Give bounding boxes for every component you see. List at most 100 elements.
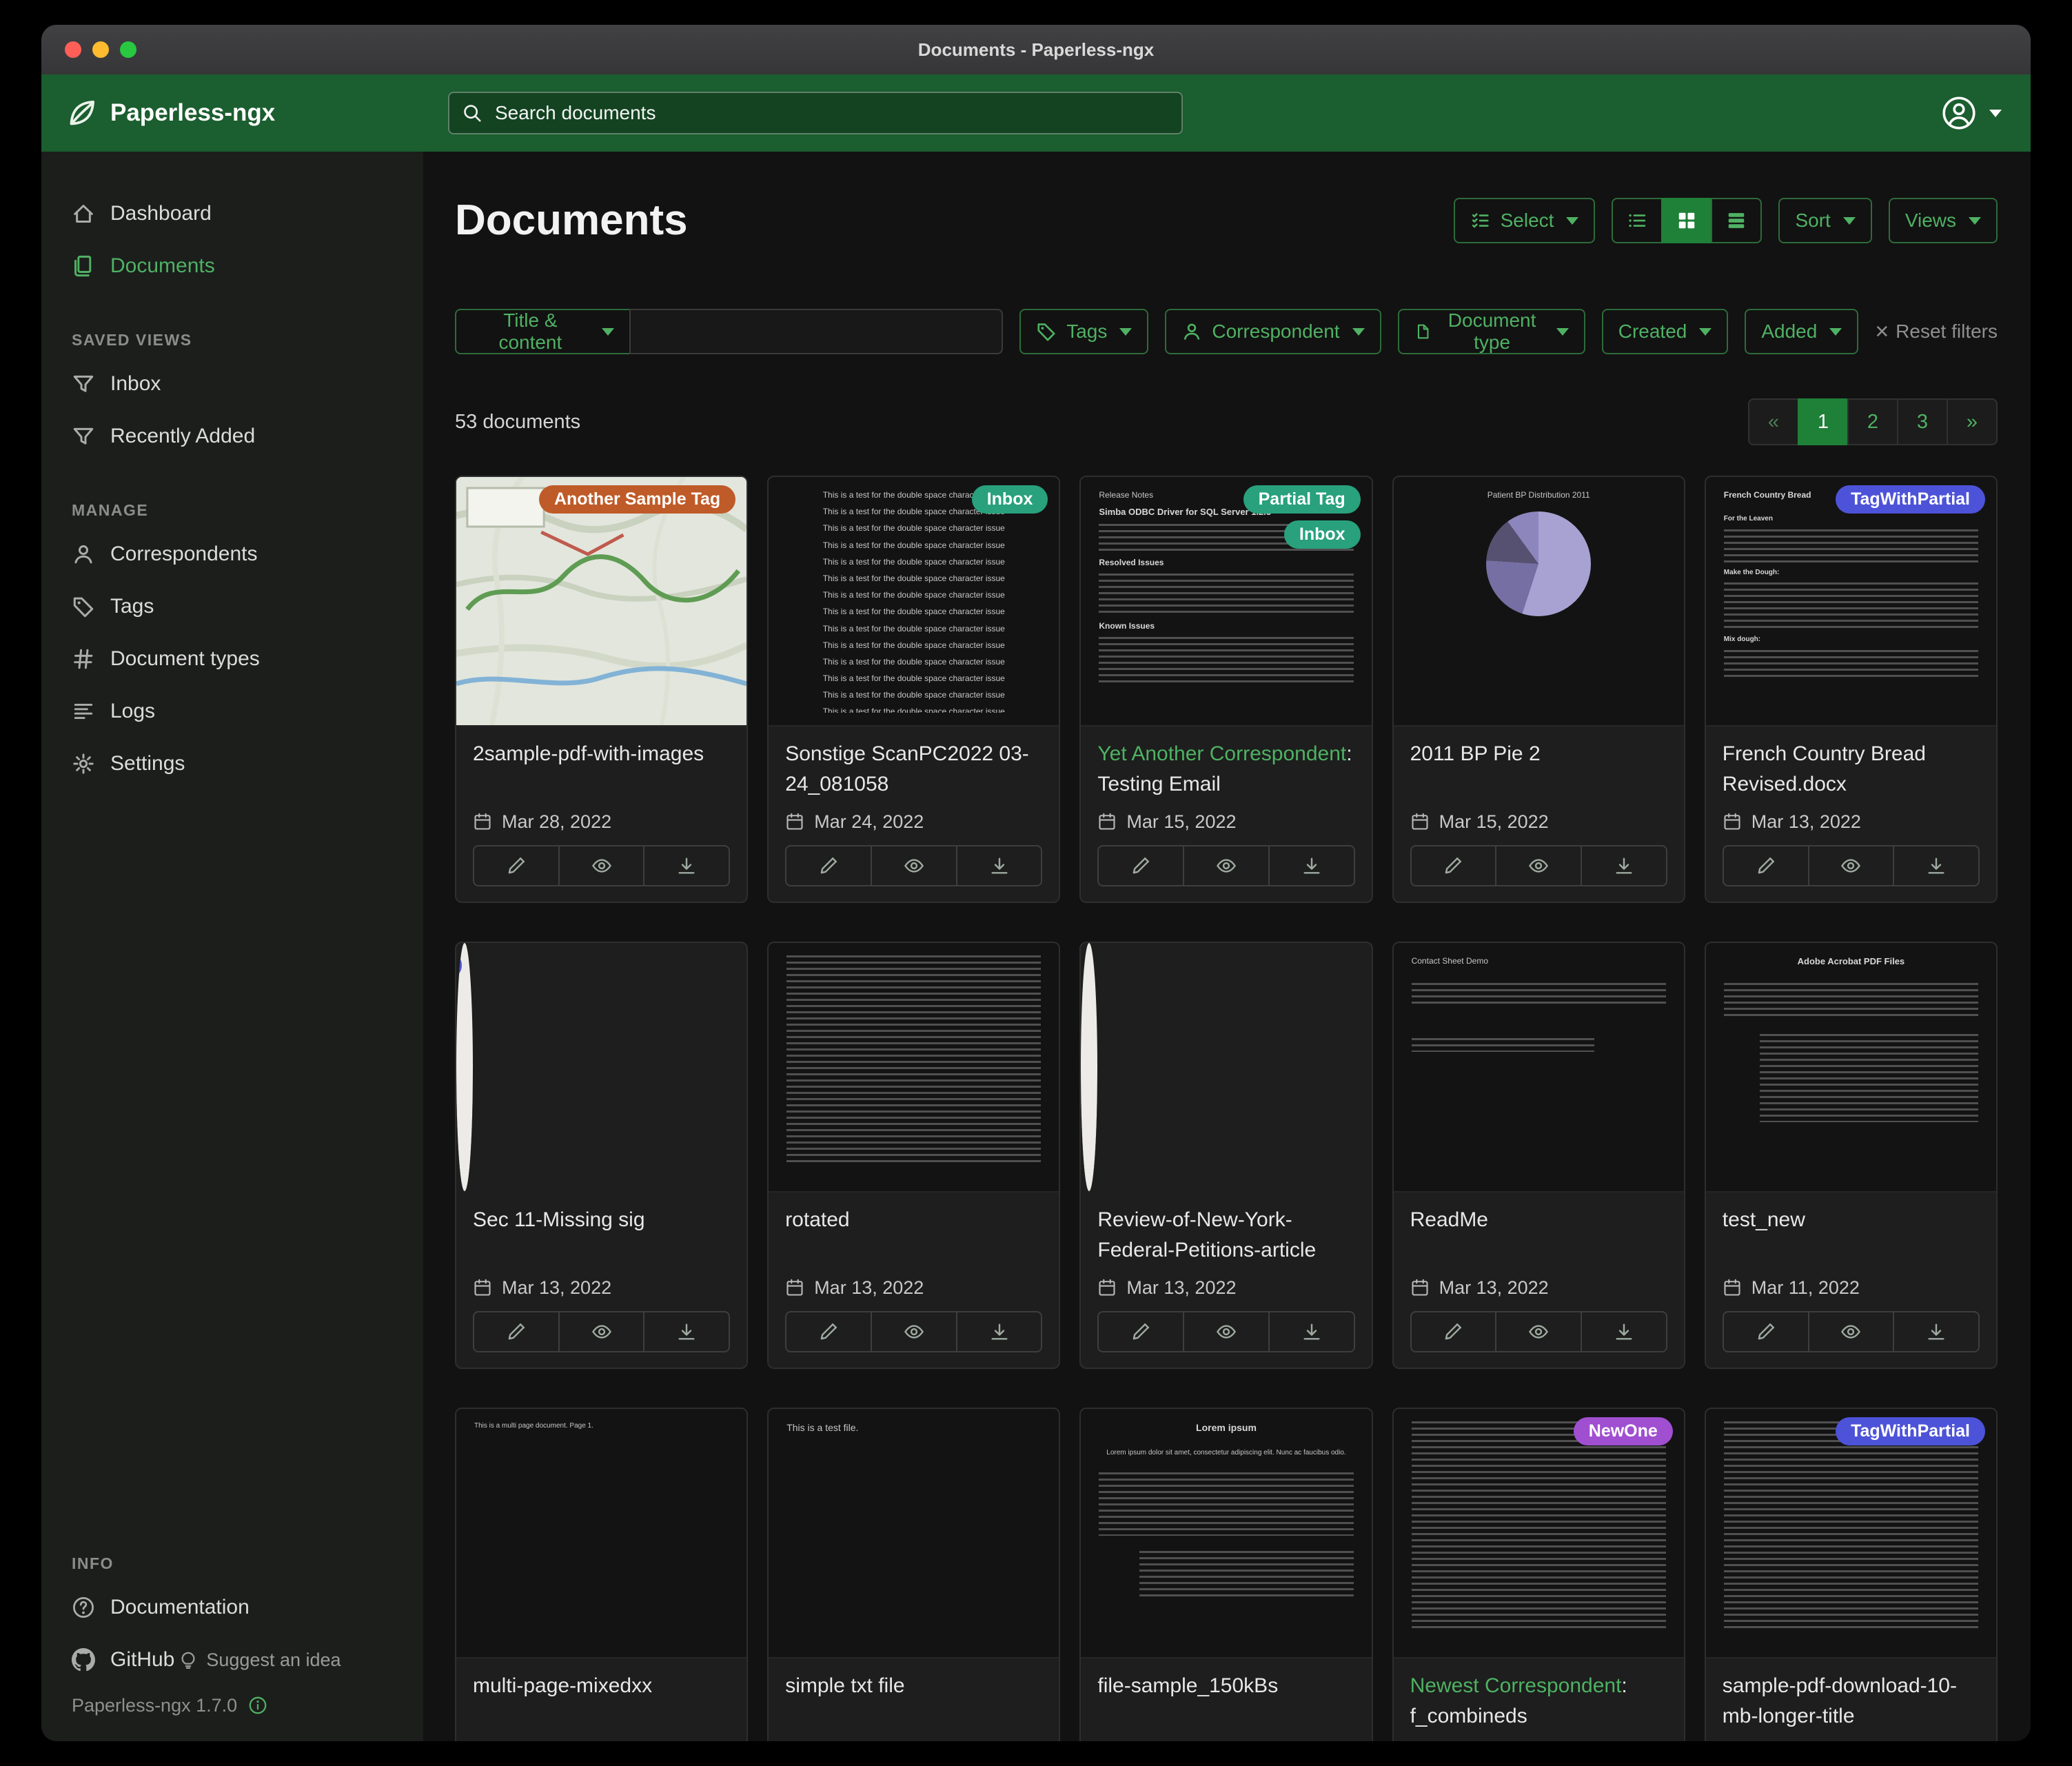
select-dropdown-button[interactable]: Select xyxy=(1454,198,1596,243)
view-document-button[interactable] xyxy=(1495,1311,1582,1352)
document-title[interactable]: ReadMe xyxy=(1410,1205,1667,1266)
document-thumbnail[interactable]: Another Sample Tag xyxy=(456,477,746,727)
document-thumbnail[interactable]: Review of New York Federal Petitions for… xyxy=(1081,943,1097,1192)
edit-document-button[interactable] xyxy=(1723,845,1809,886)
download-document-button[interactable] xyxy=(1893,1311,1980,1352)
view-document-button[interactable] xyxy=(1183,1311,1270,1352)
sidebar-item-correspondents[interactable]: Correspondents xyxy=(41,528,423,580)
zoom-window-button[interactable] xyxy=(120,41,136,58)
added-filter-button[interactable]: Added xyxy=(1745,309,1858,354)
sidebar-item-recently-added[interactable]: Recently Added xyxy=(41,410,423,463)
document-thumbnail[interactable]: TagWithPartial xyxy=(1706,1409,1996,1658)
document-thumbnail[interactable]: Lorem ipsumLorem ipsum dolor sit amet, c… xyxy=(1081,1409,1371,1658)
document-type-filter-button[interactable]: Document type xyxy=(1398,309,1585,354)
download-document-button[interactable] xyxy=(1581,845,1667,886)
document-title[interactable]: Sonstige ScanPC2022 03-24_081058 xyxy=(785,739,1042,800)
sort-dropdown-button[interactable]: Sort xyxy=(1778,198,1871,243)
download-document-button[interactable] xyxy=(1893,845,1980,886)
document-title[interactable]: 2sample-pdf-with-images xyxy=(473,739,730,800)
document-thumbnail[interactable]: Release NotesSimba ODBC Driver for SQL S… xyxy=(1081,477,1371,727)
view-document-button[interactable] xyxy=(558,845,645,886)
document-thumbnail[interactable]: NewOne xyxy=(1394,1409,1684,1658)
view-document-button[interactable] xyxy=(1808,1311,1895,1352)
sidebar-item-settings[interactable]: Settings xyxy=(41,738,423,790)
edit-document-button[interactable] xyxy=(785,845,872,886)
sidebar-item-documentation[interactable]: Documentation xyxy=(41,1581,423,1634)
document-tag[interactable]: Inbox xyxy=(972,485,1048,514)
document-thumbnail[interactable]: This is a multi page document. Page 1. xyxy=(456,1409,746,1658)
search-input[interactable] xyxy=(494,101,1169,125)
view-document-button[interactable] xyxy=(558,1311,645,1352)
sidebar-item-logs[interactable]: Logs xyxy=(41,685,423,738)
sidebar-item-github[interactable]: GitHub xyxy=(41,1634,174,1686)
document-thumbnail[interactable]: Contact Sheet Demo xyxy=(1394,943,1684,1192)
document-thumbnail[interactable]: This is a test file. xyxy=(769,1409,1059,1658)
download-document-button[interactable] xyxy=(956,1311,1043,1352)
document-title[interactable]: multi-page-mixedxx xyxy=(473,1671,730,1732)
document-tag[interactable]: Inbox xyxy=(1284,520,1361,549)
close-window-button[interactable] xyxy=(65,41,81,58)
download-document-button[interactable] xyxy=(643,1311,730,1352)
pagination-page-button[interactable]: 1 xyxy=(1798,398,1849,445)
info-circle-icon[interactable] xyxy=(248,1696,267,1715)
sidebar-item-document-types[interactable]: Document types xyxy=(41,633,423,685)
sidebar-item-dashboard[interactable]: Dashboard xyxy=(41,187,423,240)
sidebar-item-inbox[interactable]: Inbox xyxy=(41,358,423,410)
document-title[interactable]: Newest Correspondent: f_combineds xyxy=(1410,1671,1667,1732)
document-tag[interactable]: TagWithPartial xyxy=(1836,1417,1985,1445)
sidebar-item-documents[interactable]: Documents xyxy=(41,240,423,292)
app-logo[interactable]: Paperless-ngx xyxy=(41,97,448,129)
document-correspondent-link[interactable]: Yet Another Correspondent xyxy=(1097,742,1346,765)
edit-document-button[interactable] xyxy=(1410,845,1497,886)
user-menu-button[interactable] xyxy=(1941,95,2031,131)
minimize-window-button[interactable] xyxy=(92,41,109,58)
document-tag[interactable]: TagWithPartial xyxy=(1836,485,1985,514)
download-document-button[interactable] xyxy=(956,845,1043,886)
title-content-filter-button[interactable]: Title & content xyxy=(455,309,631,354)
suggest-idea-link[interactable]: Suggest an idea xyxy=(179,1650,341,1671)
document-title[interactable]: Sec 11-Missing sig xyxy=(473,1205,730,1266)
list-view-button[interactable] xyxy=(1612,198,1663,243)
document-title[interactable]: rotated xyxy=(785,1205,1042,1266)
document-title[interactable]: 2011 BP Pie 2 xyxy=(1410,739,1667,800)
views-dropdown-button[interactable]: Views xyxy=(1889,198,1998,243)
document-correspondent-link[interactable]: Newest Correspondent xyxy=(1410,1674,1622,1697)
document-tag[interactable]: NewOne xyxy=(1574,1417,1673,1445)
edit-document-button[interactable] xyxy=(1097,845,1184,886)
document-thumbnail[interactable]: Patient BP Distribution 2011 xyxy=(1394,477,1684,727)
created-filter-button[interactable]: Created xyxy=(1602,309,1729,354)
view-document-button[interactable] xyxy=(1183,845,1270,886)
download-document-button[interactable] xyxy=(643,845,730,886)
edit-document-button[interactable] xyxy=(1097,1311,1184,1352)
download-document-button[interactable] xyxy=(1268,1311,1355,1352)
document-title[interactable]: simple txt file xyxy=(785,1671,1042,1732)
document-title[interactable]: French Country Bread Revised.docx xyxy=(1723,739,1980,800)
download-document-button[interactable] xyxy=(1581,1311,1667,1352)
document-thumbnail[interactable]: 1.1. CONTINUING MEDICAL EDUCAAttestation… xyxy=(456,943,473,1192)
pagination-previous-button[interactable]: « xyxy=(1748,398,1799,445)
reset-filters-button[interactable]: × Reset filters xyxy=(1875,320,1998,343)
download-document-button[interactable] xyxy=(1268,845,1355,886)
edit-document-button[interactable] xyxy=(1723,1311,1809,1352)
view-document-button[interactable] xyxy=(1808,845,1895,886)
edit-document-button[interactable] xyxy=(785,1311,872,1352)
document-tag[interactable]: TagWithPartial xyxy=(456,951,462,980)
correspondent-filter-button[interactable]: Correspondent xyxy=(1165,309,1381,354)
document-thumbnail[interactable] xyxy=(769,943,1059,1192)
document-tag[interactable]: Partial Tag xyxy=(1243,485,1361,514)
document-title[interactable]: sample-pdf-download-10-mb-longer-title xyxy=(1723,1671,1980,1732)
document-title[interactable]: test_new xyxy=(1723,1205,1980,1266)
document-thumbnail[interactable]: French Country BreadFor the LeavenMake t… xyxy=(1706,477,1996,727)
pagination-page-button[interactable]: 2 xyxy=(1847,398,1898,445)
document-title[interactable]: Yet Another Correspondent: Testing Email xyxy=(1097,739,1354,800)
pagination-next-button[interactable]: » xyxy=(1947,398,1998,445)
document-thumbnail[interactable]: Adobe Acrobat PDF Files xyxy=(1706,943,1996,1192)
edit-document-button[interactable] xyxy=(473,1311,560,1352)
document-tag[interactable]: Another Sample Tag xyxy=(539,485,735,514)
edit-document-button[interactable] xyxy=(1410,1311,1497,1352)
tags-filter-button[interactable]: Tags xyxy=(1019,309,1148,354)
view-document-button[interactable] xyxy=(1495,845,1582,886)
document-title[interactable]: Review-of-New-York-Federal-Petitions-art… xyxy=(1097,1205,1354,1266)
document-title[interactable]: file-sample_150kBs xyxy=(1097,1671,1354,1732)
pagination-page-button[interactable]: 3 xyxy=(1897,398,1948,445)
